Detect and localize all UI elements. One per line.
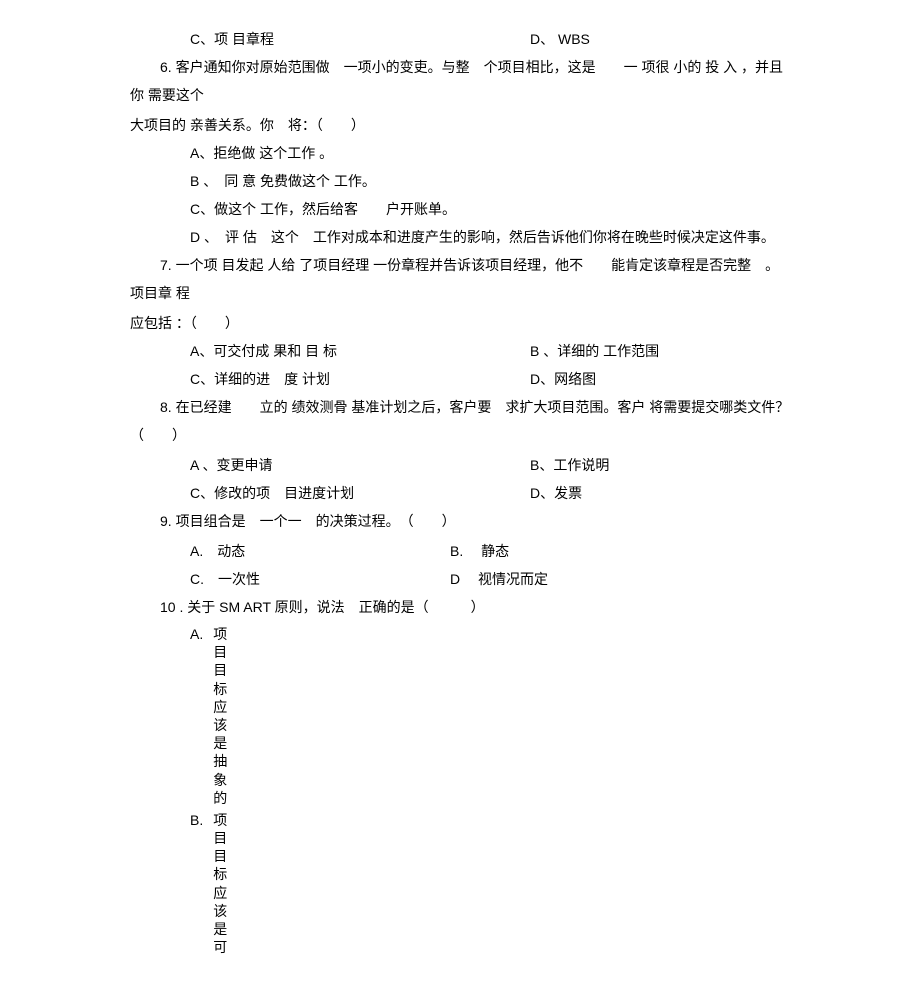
q7-stem-line1: 7. 一个项 目发起 人给 了项目经理 一份章程并告诉该项目经理，他不 能肯定该… [130,251,790,307]
q8-option-c: C、修改的项 目进度计划 [190,479,530,507]
q9-option-b: B. 静态 [450,537,790,565]
q5-options-cd: C、项 目章程 D、 WBS [130,25,790,53]
q6-option-c: C、做这个 工作，然后给客 户开账单。 [130,195,790,223]
q5-option-d: D、 WBS [530,25,790,53]
q9-option-d: D 视情况而定 [450,565,790,593]
q9-options-cd: C. 一次性 D 视情况而定 [130,565,790,593]
q6-stem-line2: 大项目的 亲善关系。你 将：（ ） [130,111,790,139]
q10-option-a-text: 项目目标应该是抽象的 [213,625,229,807]
q10-option-a: A. 项目目标应该是抽象的 [130,625,790,807]
q6-option-d: D 、 评 估 这个 工作对成本和进度产生的影响，然后告诉他们你将在晚些时候决定… [130,223,790,251]
q6-option-b: B 、 同 意 免费做这个 工作。 [130,167,790,195]
q7-stem-line2: 应包括 ：（ ） [130,309,790,337]
q6-stem-line1: 6. 客户通知你对原始范围做 一项小的变吏。与整 个项目相比，这是 一 项很 小… [130,53,790,109]
q10-option-b: B. 项目目标应该是可 [130,811,790,957]
q8-option-d: D、发票 [530,479,790,507]
q10-option-b-label: B. [190,811,203,829]
q7-option-b: B 、详细的 工作范围 [530,337,790,365]
q10-stem: 10 . 关于 SM ART 原则，说法 正确的是（ ） [130,593,790,621]
q7-option-a: A、可交付成 果和 目 标 [190,337,530,365]
q7-options-cd: C、详细的进 度 计划 D、网络图 [130,365,790,393]
q10-option-a-label: A. [190,625,203,643]
q8-options-cd: C、修改的项 目进度计划 D、发票 [130,479,790,507]
q9-options-ab: A. 动态 B. 静态 [130,537,790,565]
q8-option-a: A 、变更申请 [190,451,530,479]
q7-option-d: D、网络图 [530,365,790,393]
q7-option-c: C、详细的进 度 计划 [190,365,530,393]
q7-options-ab: A、可交付成 果和 目 标 B 、详细的 工作范围 [130,337,790,365]
q6-option-a: A、拒绝做 这个工作 。 [130,139,790,167]
q10-option-b-text: 项目目标应该是可 [213,811,229,957]
q8-options-ab: A 、变更申请 B、工作说明 [130,451,790,479]
q5-option-c: C、项 目章程 [190,25,530,53]
q9-stem: 9. 项目组合是 一个一 的决策过程。 （ ） [130,507,790,535]
q8-stem: 8. 在已经建 立的 绩效测骨 基准计划之后，客户要 求扩大项目范围。客户 将需… [130,393,790,449]
q9-option-c: C. 一次性 [190,565,450,593]
q8-option-b: B、工作说明 [530,451,790,479]
q9-option-a: A. 动态 [190,537,450,565]
